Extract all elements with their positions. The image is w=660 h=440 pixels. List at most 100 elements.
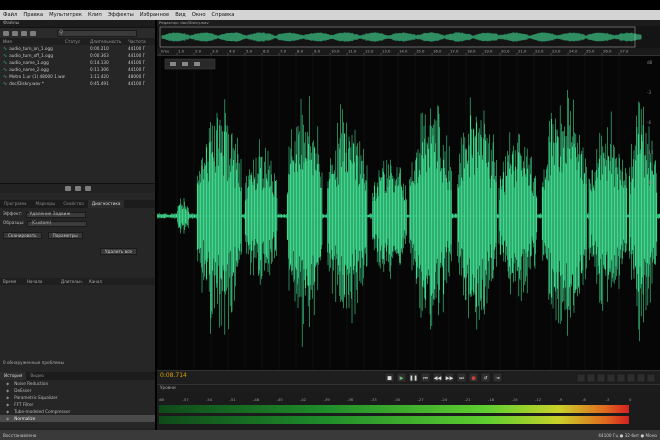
rewind-icon: ◀◀ bbox=[434, 376, 442, 382]
waveform-overview[interactable] bbox=[157, 26, 660, 48]
zoom-button[interactable] bbox=[596, 373, 606, 383]
left-panels: Файлы Имя Статус Длительность Частота ∿a… bbox=[0, 20, 155, 436]
col-name[interactable]: Имя bbox=[3, 39, 65, 44]
tab-media[interactable]: Программ. bbox=[0, 200, 31, 208]
file-row[interactable]: ∿ Metro 1.ur (1) 48000 1.wav 1:11.420 48000… bbox=[0, 73, 155, 80]
files-list: ∿ audio_turn_on_1.ogg 0:00.210 44100 Г ∿ audi… bbox=[0, 45, 155, 87]
scan-button[interactable]: Сканировать bbox=[3, 232, 42, 239]
autoplay-icon[interactable] bbox=[74, 186, 81, 191]
tab-history[interactable]: История bbox=[0, 372, 27, 380]
menu-effects[interactable]: Эффекты bbox=[108, 12, 134, 18]
ruler-label: 10.0 bbox=[331, 49, 340, 54]
files-panel-title[interactable]: Файлы bbox=[3, 21, 19, 26]
open-file-icon[interactable] bbox=[12, 30, 18, 36]
levels-title: Уровни bbox=[157, 385, 660, 392]
menu-clip[interactable]: Клип bbox=[88, 12, 102, 18]
loop-icon[interactable] bbox=[84, 186, 91, 191]
col-status[interactable]: Статус bbox=[65, 39, 90, 44]
effect-dropdown[interactable]: Удаление Задвиж bbox=[25, 211, 86, 218]
history-tabs: История Видео bbox=[0, 372, 155, 380]
history-item-label: Tube-modeled Compressor bbox=[14, 409, 71, 414]
file-rate: 44100 Г bbox=[128, 81, 146, 86]
files-search-input[interactable] bbox=[57, 29, 137, 37]
file-name: ∿ doc/Diskry.wav * bbox=[3, 81, 65, 87]
level-bar bbox=[159, 405, 629, 413]
history-item[interactable]: ◆ FFT Filter bbox=[0, 401, 155, 408]
menu-file[interactable]: Файл bbox=[3, 12, 17, 18]
history-item[interactable]: ◆ Noise Reduction bbox=[0, 380, 155, 387]
col-rate[interactable]: Частота bbox=[128, 39, 148, 44]
history-item[interactable]: ◆ DeEsser bbox=[0, 387, 155, 394]
new-file-icon[interactable] bbox=[3, 30, 9, 36]
delete-all-button[interactable]: Удалить все bbox=[100, 248, 137, 255]
import-icon[interactable] bbox=[21, 30, 27, 36]
params-button[interactable]: Параметры bbox=[47, 232, 83, 239]
zoom-button[interactable] bbox=[636, 373, 646, 383]
volume-knob-icon[interactable] bbox=[170, 62, 176, 66]
file-row[interactable]: ∿ audio_turn_on_1.ogg 0:00.210 44100 Г bbox=[0, 45, 155, 52]
ruler-label: 21.0 bbox=[518, 49, 527, 54]
zoom-button[interactable] bbox=[576, 373, 586, 383]
file-row[interactable]: ∿ doc/Diskry.wav * 0:45.491 44100 Г bbox=[0, 80, 155, 87]
menu-view[interactable]: Вид bbox=[175, 12, 186, 18]
menu-window[interactable]: Окно bbox=[192, 12, 206, 18]
transport-controls: ■ ▶ ❚❚ ⏮ ◀◀ ▶▶ ⏭ ● ↺ ⇥ bbox=[384, 372, 656, 383]
file-duration: 0:00.363 bbox=[90, 53, 109, 58]
col-time[interactable]: Время bbox=[3, 279, 27, 284]
col-duration[interactable]: Длительность bbox=[90, 39, 128, 44]
tab-video[interactable]: Видео bbox=[26, 372, 48, 380]
level-scale-label: -6 bbox=[582, 397, 586, 402]
history-step-icon: ◆ bbox=[6, 395, 10, 400]
menu-multitrack[interactable]: Мультитрек bbox=[49, 12, 82, 18]
file-name-text: Metro 1.ur (1) 48000 1.wav bbox=[9, 73, 65, 79]
level-scale-label: -15 bbox=[512, 397, 519, 402]
history-item[interactable]: ◆ Tube-modeled Compressor bbox=[0, 408, 155, 415]
level-scale-label: -45 bbox=[277, 397, 284, 402]
file-row[interactable]: ∿ audio_turn_off_1.ogg 0:00.363 44100 Г bbox=[0, 52, 155, 59]
level-bar bbox=[159, 416, 629, 424]
close-file-icon[interactable] bbox=[30, 30, 36, 36]
insert-icon[interactable] bbox=[64, 186, 71, 191]
menu-favorites[interactable]: Избранное bbox=[140, 12, 169, 18]
file-name-text: audio_turn_on_1.ogg bbox=[9, 45, 53, 51]
waveform-icon: ∿ bbox=[3, 52, 8, 59]
file-duration: 0:45.491 bbox=[90, 81, 109, 86]
ruler-label: 1.0 bbox=[178, 49, 185, 54]
time-ruler[interactable]: hms 1.0 2.0 3.0 4.0 5.0 6.0 7.0 8.0 9.0 10.0 11.0 12… bbox=[157, 48, 660, 56]
ruler-label: 3.0 bbox=[212, 49, 219, 54]
zoom-button[interactable] bbox=[646, 373, 656, 383]
ruler-label: 27.0 bbox=[620, 49, 629, 54]
preset-dropdown[interactable]: (Custom) bbox=[27, 220, 88, 227]
file-row[interactable]: ∿ audio_name_1.ogg 0:14.130 44100 Г bbox=[0, 59, 155, 66]
zoom-button[interactable] bbox=[616, 373, 626, 383]
file-name: ∿ audio_name_1.ogg bbox=[3, 60, 65, 66]
history-step-icon: ◆ bbox=[6, 409, 10, 414]
tab-diagnostics[interactable]: Диагностика bbox=[87, 200, 125, 208]
level-scale-label: -30 bbox=[394, 397, 401, 402]
tab-markers[interactable]: Маркеры bbox=[31, 200, 59, 208]
hud-icon[interactable] bbox=[194, 62, 200, 66]
zoom-button[interactable] bbox=[586, 373, 596, 383]
file-duration: 0:00.210 bbox=[90, 46, 109, 51]
delete-all-row: Удалить все bbox=[100, 248, 137, 255]
history-item-label: Normalize bbox=[14, 416, 36, 421]
file-row[interactable]: ∿ audio_name_2.ogg 0:11.306 44100 Г bbox=[0, 66, 155, 73]
hud-icon[interactable] bbox=[182, 62, 188, 66]
history-item[interactable]: ◆ Parametric Equalizer bbox=[0, 394, 155, 401]
col-channel[interactable]: Канал bbox=[89, 279, 109, 284]
tab-properties[interactable]: Свойства bbox=[59, 200, 87, 208]
zoom-button[interactable] bbox=[606, 373, 616, 383]
db-label: dB bbox=[647, 60, 653, 65]
top-black-band bbox=[0, 0, 660, 10]
ruler-label: 25.0 bbox=[586, 49, 595, 54]
ruler-label: 4.0 bbox=[229, 49, 236, 54]
file-name-text: doc/Diskry.wav * bbox=[9, 80, 44, 86]
zoom-button[interactable] bbox=[626, 373, 636, 383]
waveform-display[interactable]: dB -3 -6 -12 -18 bbox=[157, 56, 660, 384]
history-item[interactable]: ◆ Normalize bbox=[0, 415, 155, 422]
menu-edit[interactable]: Правка bbox=[23, 12, 43, 18]
menu-help[interactable]: Справка bbox=[212, 12, 235, 18]
col-start[interactable]: Начало bbox=[27, 279, 61, 284]
col-length[interactable]: Длительн. bbox=[61, 279, 89, 284]
ruler-label: 6.0 bbox=[263, 49, 270, 54]
